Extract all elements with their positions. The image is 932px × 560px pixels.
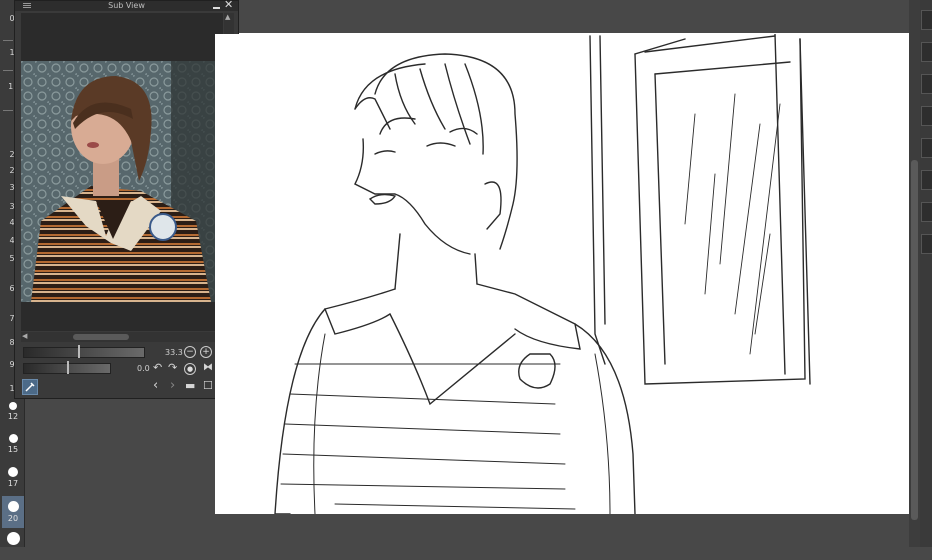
brush-size-15[interactable]: 15: [2, 430, 24, 462]
brush-size-value: 17: [7, 479, 19, 488]
open-folder-icon[interactable]: ▬: [185, 380, 195, 392]
eyedropper-button[interactable]: [22, 379, 38, 395]
brush-size-17[interactable]: 17: [2, 463, 24, 495]
scrollbar-thumb[interactable]: [911, 160, 918, 520]
layer-tool-button[interactable]: [921, 234, 932, 254]
brush-dot-icon: [8, 467, 18, 477]
brush-size-20[interactable]: 20: [2, 496, 24, 528]
previous-image-icon[interactable]: ‹: [153, 379, 158, 392]
rotate-left-icon[interactable]: ↶: [153, 362, 162, 374]
minimize-icon[interactable]: [213, 7, 220, 9]
reference-photo: [21, 61, 223, 302]
close-icon[interactable]: ✕: [224, 0, 233, 10]
slider-handle[interactable]: [67, 361, 69, 374]
layer-tool-button[interactable]: [921, 10, 932, 30]
rotation-value: 0.0: [137, 364, 150, 373]
sub-view-titlebar[interactable]: Sub View ✕: [15, 0, 238, 11]
layer-tool-button[interactable]: [921, 202, 932, 222]
sub-view-panel: Sub View ✕ ▲ ◀ 33.3 − + 0.0 ↶ ↷ ● ⧓ ‹ › …: [14, 0, 239, 399]
right-toolbar: [920, 0, 932, 547]
layer-tool-button[interactable]: [921, 138, 932, 158]
zoom-slider[interactable]: [23, 345, 145, 358]
flip-horizontal-icon[interactable]: ⧓: [203, 362, 213, 374]
sketch-drawing: [274, 34, 811, 514]
layer-tool-button[interactable]: [921, 42, 932, 62]
brush-size-next[interactable]: [2, 528, 24, 560]
brush-size-12[interactable]: 12: [2, 398, 24, 430]
sub-view-empty-area: [21, 13, 223, 61]
sub-view-title: Sub View: [108, 1, 145, 10]
slider-handle[interactable]: [78, 345, 80, 358]
zoom-in-icon[interactable]: +: [200, 346, 212, 358]
brush-size-mark: [3, 40, 13, 41]
brush-size-mark: [3, 110, 13, 111]
brush-size-value: 15: [7, 445, 19, 454]
next-image-icon[interactable]: ›: [170, 379, 175, 392]
brush-dot-icon: [6, 532, 20, 545]
layer-tool-button[interactable]: [921, 106, 932, 126]
rotate-right-icon[interactable]: ↷: [168, 362, 177, 374]
brush-dot-icon: [7, 501, 19, 512]
scrollbar-thumb[interactable]: [73, 334, 129, 340]
eyedropper-icon: [25, 382, 35, 392]
sub-view-empty-area: [21, 302, 223, 331]
edit-icon[interactable]: ☐: [203, 380, 213, 392]
drawing-canvas[interactable]: [215, 34, 909, 514]
scroll-up-arrow-icon[interactable]: ▲: [225, 13, 230, 21]
layer-tool-button[interactable]: [921, 170, 932, 190]
layer-tool-button[interactable]: [921, 74, 932, 94]
rotation-slider[interactable]: [23, 361, 111, 374]
canvas-vertical-scrollbar[interactable]: [909, 0, 920, 547]
brush-dot-icon: [9, 402, 17, 410]
horizontal-scrollbar[interactable]: ◀ ▶: [21, 332, 224, 342]
zoom-value: 33.3: [165, 348, 183, 357]
brush-size-mark: [3, 70, 13, 71]
brush-size-value: 20: [7, 514, 19, 523]
zoom-out-icon[interactable]: −: [184, 346, 196, 358]
reset-rotation-icon[interactable]: ●: [184, 363, 196, 375]
scroll-left-arrow-icon[interactable]: ◀: [22, 332, 27, 340]
brush-dot-icon: [8, 434, 18, 443]
brush-size-value: 12: [7, 412, 19, 421]
